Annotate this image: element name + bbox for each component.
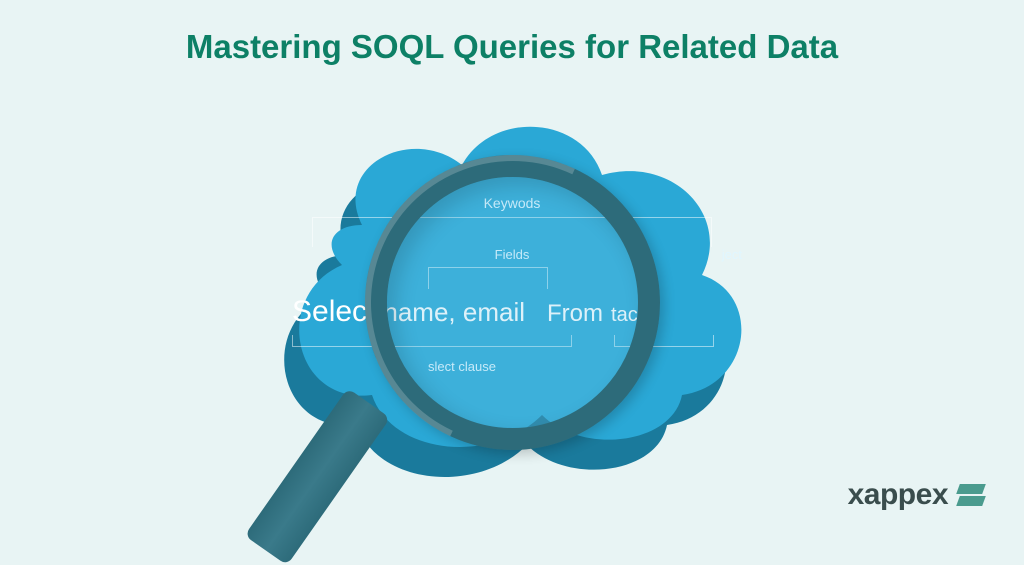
query-select-keyword: Select [292, 295, 375, 329]
label-object: ject [722, 247, 742, 262]
magnifying-glass-icon [365, 155, 660, 450]
brand-name: xappex [848, 478, 948, 512]
brand-mark-icon [958, 482, 984, 508]
magnifier-lens [365, 155, 660, 450]
brand-logo: xappex [848, 478, 984, 512]
page-title: Mastering SOQL Queries for Related Data [0, 0, 1024, 66]
